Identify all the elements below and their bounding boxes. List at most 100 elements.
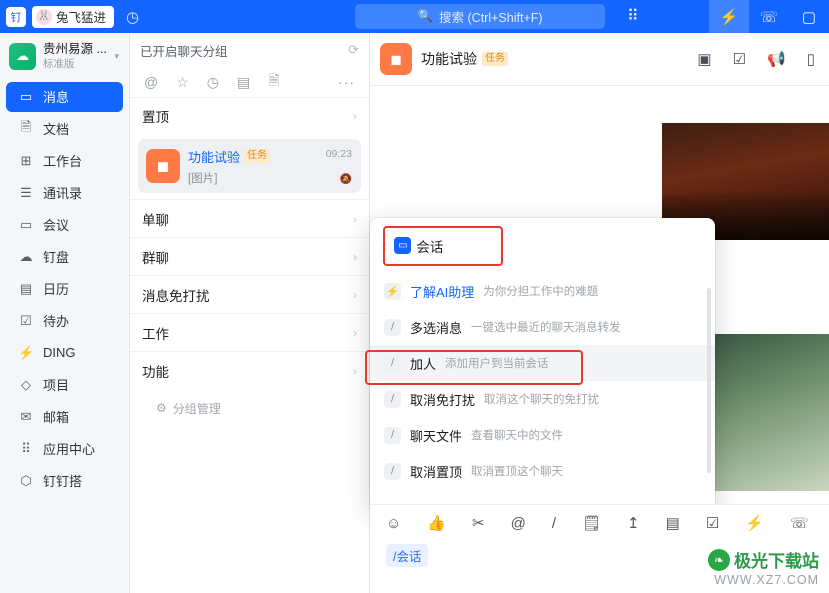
avatar-glyph: ◼ [156,158,170,175]
chevron-right-icon: › [353,287,357,302]
document-icon: 🗎 [20,118,32,134]
ding-icon[interactable]: ⚡ [745,514,764,532]
slash-item-unpin[interactable]: / 取消置顶 取消置顶这个聊天 [370,453,715,489]
sidebar-item-workbench[interactable]: ⊞ 工作台 [6,146,123,176]
sidebar-item-label: DING [43,345,76,361]
org-edition: 标准版 [43,57,75,70]
video-icon[interactable]: ▣ [697,50,711,68]
todo-icon[interactable]: ☑ [706,514,719,532]
slash-item-name: 聊天文件 [410,428,463,444]
conversation-time: 09:23 [325,148,352,160]
doc-icon[interactable]: 🗎 [268,70,279,94]
sidebar-item-label: 待办 [43,314,70,330]
upload-icon[interactable]: ↥ [627,514,640,532]
phone-icon[interactable]: ☏ [749,0,789,33]
sidebar-item-app-center[interactable]: ⠿ 应用中心 [6,434,123,464]
group-management-button[interactable]: ⚙ 分组管理 [130,393,369,423]
slash-item-ai-assistant[interactable]: ⚡ 了解AI助理 为你分担工作中的难题 [370,273,715,309]
at-icon[interactable]: @ [144,74,158,90]
conversation-preview: [图片] [188,172,218,185]
slash-item-desc: 取消置顶这个聊天 [471,466,564,478]
lightning-icon: ⚡ [384,282,401,300]
slash-item-add-member[interactable]: / 加人 添加用户到当前会话 [370,345,715,381]
sidebar-item-docs[interactable]: 🗎 文档 [6,114,123,144]
thumbsup-icon[interactable]: 👍 [427,514,446,532]
mute-icon: 🔕 [339,174,352,185]
sidebar-item-drive[interactable]: ☁ 钉盘 [6,242,123,272]
sidebar-nav: ▭ 消息 🗎 文档 ⊞ 工作台 ☰ 通讯录 ▭ 会议 ☁ 钉盘 ▤ 日历 ☑ 待… [0,81,129,496]
chat-group-single[interactable]: 单聊 › [130,199,369,237]
sidebar-item-calendar[interactable]: ▤ 日历 [6,274,123,304]
chevron-down-icon[interactable]: ▾ [114,51,123,62]
rabbit-status-chip[interactable]: 🐰 兔飞猛进 [32,5,115,28]
chat-list-column: 已开启聊天分组 ⟳ @ ☆ ◷ ▤ 🗎 ··· 置顶 › ◼ 功能试验 任务 [… [130,33,370,593]
sidebar-item-todo[interactable]: ☑ 待办 [6,306,123,336]
sidebar-item-label: 日历 [43,282,70,298]
workbench-icon: ⊞ [20,152,32,168]
slash-icon: / [384,318,401,336]
chat-group-group[interactable]: 群聊 › [130,237,369,275]
emoji-icon[interactable]: ☺ [386,515,401,532]
sidebar-item-ding[interactable]: ⚡ DING [6,338,123,368]
slash-popup-header: ‹ ▭ 会话 [370,218,715,273]
slash-item-chat-files[interactable]: / 聊天文件 查看聊天中的文件 [370,417,715,453]
slash-item-name: 取消免打扰 [410,392,476,408]
slash-item-name: 了解AI助理 [410,284,475,300]
ding-icon: ⚡ [18,344,35,360]
chat-list-header-label: 已开启聊天分组 [140,44,228,59]
slash-item-desc: 一键选中最近的聊天消息转发 [471,322,621,334]
slash-popup-chip[interactable]: ▭ 会话 [394,236,443,256]
project-icon: ◇ [21,376,31,392]
task-icon[interactable]: ☑ [733,50,746,68]
sidebar-item-project[interactable]: ◇ 项目 [6,370,123,400]
slash-icon: / [384,462,401,480]
sidebar-item-contacts[interactable]: ☰ 通讯录 [6,178,123,208]
chat-group-label: 群聊 [142,250,169,266]
lightning-icon[interactable]: ⚡ [709,0,749,33]
more-icon[interactable]: ··· [338,74,355,90]
call-icon[interactable]: ☏ [790,514,809,532]
slash-icon[interactable]: / [552,515,556,532]
conversation-actions: ▣ ☑ 📢 ▯ [697,50,819,68]
conversation-item[interactable]: ◼ 功能试验 任务 [图片] 09:23 🔕 [138,139,361,193]
slash-item-cancel-mute[interactable]: / 取消免打扰 取消这个聊天的免打扰 [370,381,715,417]
slash-item-multi-select[interactable]: / 多选消息 一键选中最近的聊天消息转发 [370,309,715,345]
refresh-icon[interactable]: ⟳ [348,42,359,58]
slash-item-desc: 添加用户到当前会话 [445,358,549,370]
chevron-right-icon: › [353,211,357,226]
chat-group-function[interactable]: 功能 › [130,351,369,389]
announce-icon[interactable]: 📢 [767,50,786,68]
org-logo-glyph: ☁ [16,48,29,64]
sidebar-item-mail[interactable]: ✉ 邮箱 [6,402,123,432]
note-icon[interactable]: 🗒 [582,514,601,532]
sidebar-item-label: 文档 [43,122,70,138]
archive-icon[interactable]: ▤ [237,74,250,91]
chat-group-work[interactable]: 工作 › [130,313,369,351]
grid-apps-icon[interactable]: ⠿ [627,6,639,26]
at-icon[interactable]: @ [511,515,526,532]
title-bar-left: 钉 🐰 兔飞猛进 ◷ [0,5,320,28]
sidebar-item-label: 会议 [43,218,70,234]
back-chevron-icon[interactable]: ‹ [382,238,386,253]
org-switcher[interactable]: ☁ 贵州易源 ... 标准版 ▾ [0,33,129,78]
history-icon[interactable]: ◷ [126,8,139,26]
chat-group-muted[interactable]: 消息免打扰 › [130,275,369,313]
sidebar-item-messages[interactable]: ▭ 消息 [6,81,123,112]
search-input[interactable]: 🔍 搜索 (Ctrl+Shift+F) [355,4,605,29]
sidebar-item-meeting[interactable]: ▭ 会议 [6,210,123,240]
lowcode-icon: ⬡ [20,472,32,488]
sidebar-item-label: 邮箱 [43,410,70,426]
star-icon[interactable]: ☆ [176,74,189,91]
panel-icon[interactable]: ▯ [807,50,815,68]
card-icon[interactable]: ▤ [666,514,680,532]
popup-scrollbar[interactable] [707,288,711,473]
clock-icon[interactable]: ◷ [207,74,219,91]
scissors-icon[interactable]: ✂ [472,514,485,532]
chat-group-pinned[interactable]: 置顶 › [130,97,369,133]
sidebar-item-lowcode[interactable]: ⬡ 钉钉搭 [6,466,123,496]
mail-icon: ✉ [20,408,32,424]
chevron-right-icon: › [353,108,357,123]
window-icon[interactable]: ▢ [789,0,829,33]
slash-icon: / [384,390,401,408]
conversation-header-title: 功能试验 [421,51,477,67]
